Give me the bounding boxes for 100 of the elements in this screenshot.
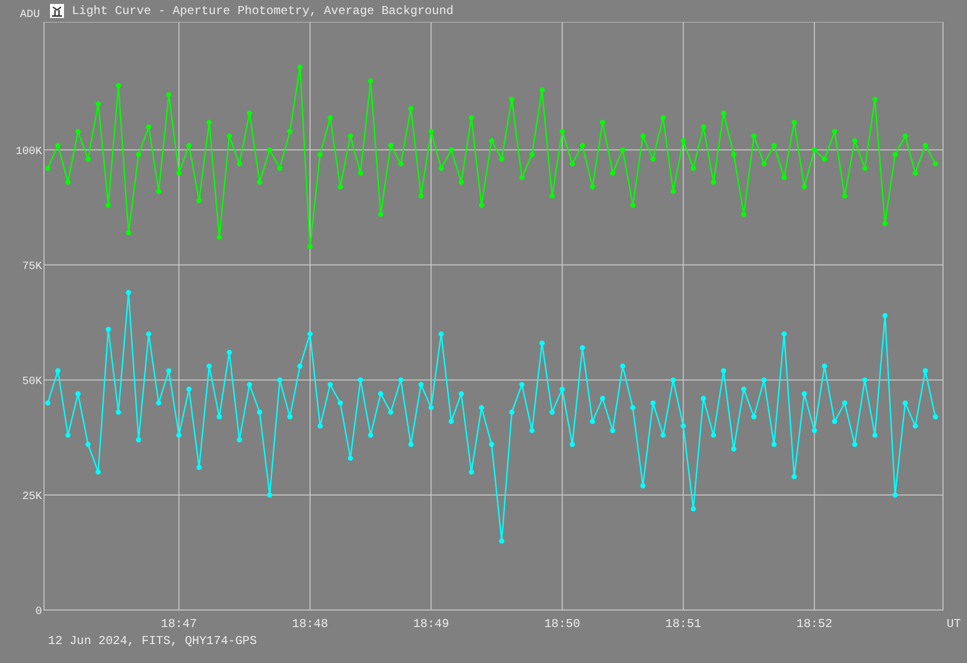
data-point — [388, 142, 394, 148]
data-point — [55, 142, 60, 148]
data-point — [328, 115, 333, 120]
data-point — [892, 492, 898, 498]
data-point — [186, 142, 192, 148]
data-point — [96, 469, 101, 475]
data-point — [519, 174, 524, 180]
data-point — [650, 156, 656, 162]
data-point — [236, 437, 242, 442]
data-point — [640, 134, 646, 139]
data-point — [307, 244, 313, 250]
data-point — [65, 180, 71, 185]
axis-tick-label: 18:51 — [665, 617, 702, 630]
data-point — [660, 115, 666, 120]
data-point — [388, 410, 394, 415]
data-point — [176, 432, 182, 438]
data-point — [902, 134, 908, 139]
data-point — [297, 64, 303, 70]
data-point — [620, 364, 626, 369]
data-point — [166, 92, 172, 98]
data-point — [277, 377, 282, 383]
axis-title: UT — [946, 617, 961, 630]
window-title: Light Curve - Aperture Photometry, Average Background — [72, 4, 454, 18]
data-point — [106, 202, 111, 208]
data-point — [630, 202, 636, 208]
data-point — [761, 377, 767, 383]
data-point — [287, 414, 292, 420]
data-point — [418, 382, 424, 388]
data-point — [136, 437, 142, 442]
data-point — [338, 184, 343, 190]
data-point — [307, 331, 313, 337]
data-point — [630, 404, 636, 410]
data-point — [771, 142, 777, 148]
data-point — [872, 96, 878, 102]
data-point — [902, 400, 908, 406]
data-point — [802, 391, 807, 396]
data-point — [560, 128, 565, 134]
data-point — [792, 120, 797, 125]
data-point — [458, 391, 464, 396]
data-point — [640, 483, 646, 488]
data-point — [922, 368, 928, 374]
data-point — [610, 170, 616, 176]
data-point — [710, 180, 716, 185]
axis-tick-label: 0 — [35, 606, 42, 618]
data-point — [812, 428, 817, 434]
axis-tick-label: 50K — [22, 376, 42, 388]
data-point — [802, 184, 807, 190]
data-point — [570, 442, 575, 447]
data-point — [922, 142, 928, 148]
data-point — [358, 377, 364, 383]
data-point — [812, 147, 817, 152]
data-point — [378, 212, 384, 217]
data-point — [287, 128, 292, 134]
data-point — [348, 134, 353, 139]
data-point — [267, 492, 272, 498]
data-point — [771, 442, 777, 447]
data-point — [570, 161, 575, 166]
data-point — [822, 364, 828, 369]
data-point — [75, 391, 81, 396]
data-point — [660, 432, 666, 438]
data-point — [478, 404, 484, 410]
axis-tick-label: 75K — [22, 260, 42, 273]
data-point — [862, 166, 868, 171]
data-point — [792, 474, 797, 480]
data-point — [550, 193, 555, 199]
data-point — [348, 456, 353, 461]
data-point — [448, 418, 454, 424]
data-point — [842, 400, 848, 406]
data-point — [489, 442, 494, 447]
axis-title: ADU — [20, 9, 40, 22]
data-point — [782, 174, 787, 180]
data-point — [106, 326, 111, 332]
data-point — [700, 124, 706, 130]
data-point — [116, 410, 121, 415]
data-point — [468, 469, 474, 475]
data-point — [509, 96, 514, 102]
data-point — [328, 382, 333, 388]
data-point — [398, 161, 404, 166]
data-point — [206, 120, 212, 125]
data-point — [680, 138, 686, 144]
data-point — [782, 331, 787, 337]
data-point — [529, 428, 535, 434]
data-point — [499, 156, 504, 162]
data-point — [196, 198, 202, 204]
axis-tick-label: 25K — [22, 490, 42, 503]
data-point — [710, 432, 716, 438]
data-point — [186, 386, 192, 392]
data-point — [580, 345, 585, 350]
data-point — [156, 188, 162, 194]
data-point — [882, 220, 888, 226]
axis-tick-label: 18:49 — [413, 617, 450, 630]
window-icon — [50, 4, 64, 18]
data-point — [690, 166, 696, 171]
data-point — [86, 156, 91, 162]
data-point — [468, 115, 474, 120]
data-point — [842, 193, 848, 199]
data-point — [428, 128, 434, 134]
data-point — [529, 152, 535, 158]
data-point — [126, 290, 132, 296]
data-point — [318, 423, 323, 429]
